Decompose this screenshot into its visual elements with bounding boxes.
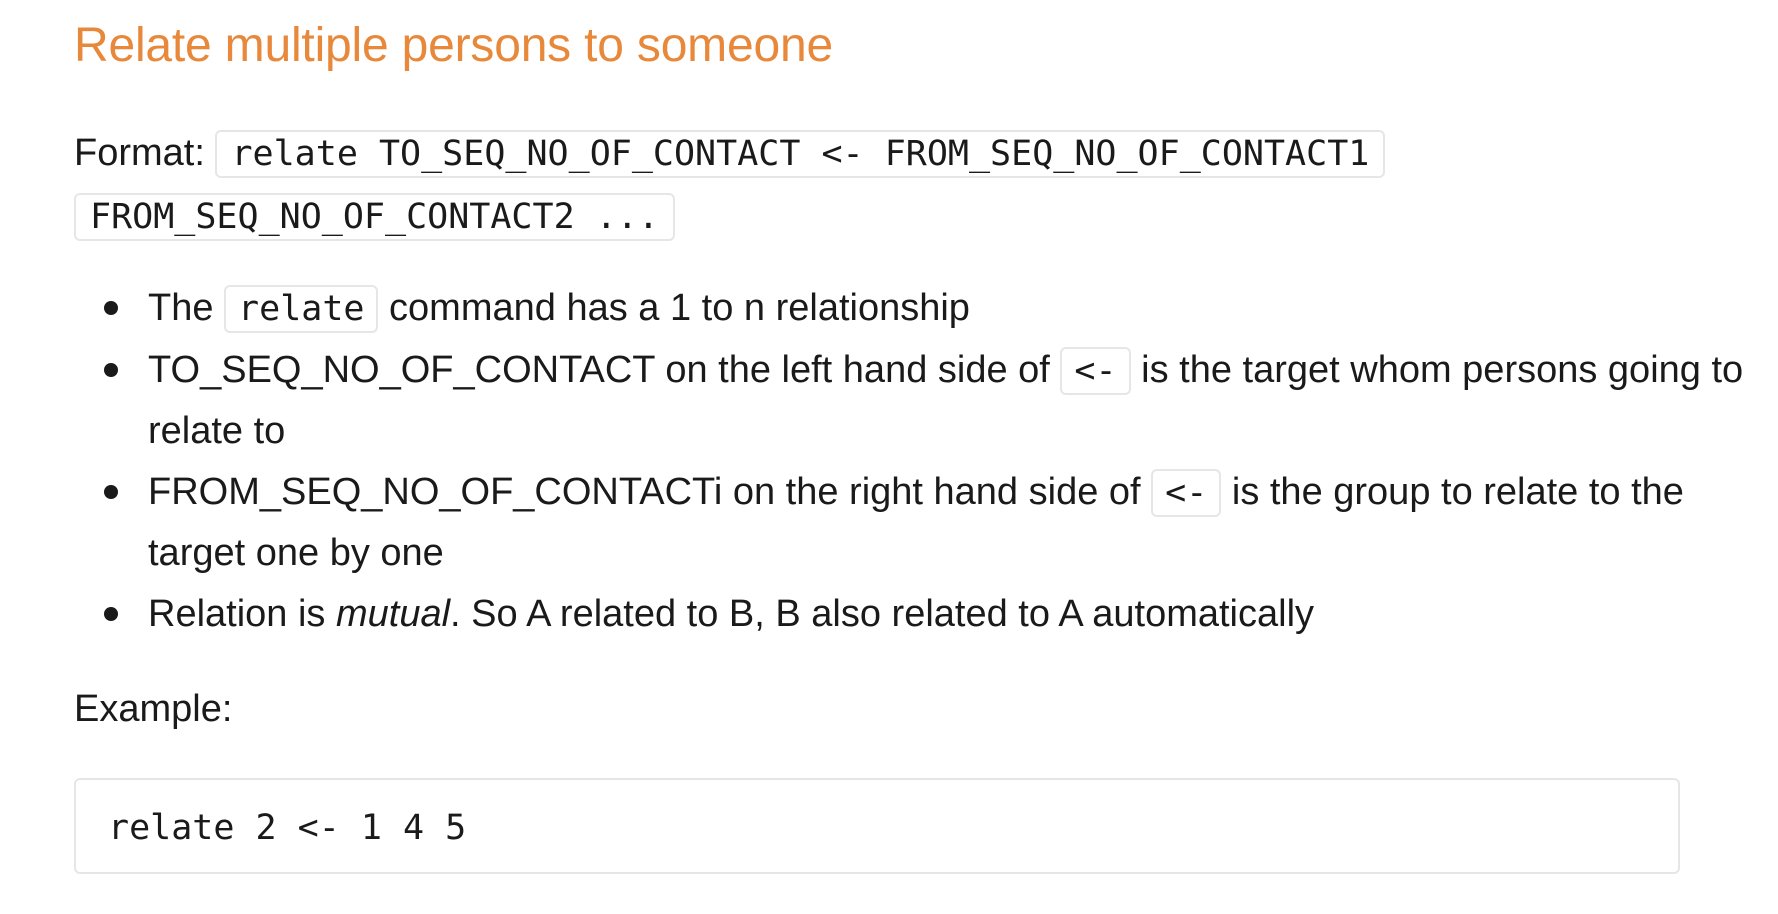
emphasis-text: mutual [335,592,451,635]
list-item: FROM_SEQ_NO_OF_CONTACTi on the right han… [104,462,1778,584]
example-code-block: relate 2 <- 1 4 5 [74,778,1680,874]
inline-code: relate [224,285,379,333]
list-item-text: TO_SEQ_NO_OF_CONTACT on the left hand si… [148,348,1050,391]
format-label: Format: [74,132,205,174]
list-item: TO_SEQ_NO_OF_CONTACT on the left hand si… [104,340,1778,462]
format-code: relate TO_SEQ_NO_OF_CONTACT <- FROM_SEQ_… [74,130,1386,241]
list-item-text: FROM_SEQ_NO_OF_CONTACTi on the right han… [148,470,1141,513]
section-heading: Relate multiple persons to someone [74,19,833,72]
list-item: The relate command has a 1 to n relation… [104,278,1778,340]
list-item-text: The [148,287,214,329]
list-item: Relation is mutual. So A related to B, B… [104,584,1778,645]
list-item-text: . So A related to B, B also related to A… [450,592,1315,635]
inline-code: <- [1151,468,1222,517]
example-code: relate 2 <- 1 4 5 [108,808,467,848]
list-item-text: Relation is [148,592,326,635]
list-item-text: command has a 1 to n relationship [389,287,970,329]
rules-list: The relate command has a 1 to n relation… [74,278,1778,644]
inline-code: <- [1060,346,1131,395]
format-paragraph: Format: relate TO_SEQ_NO_OF_CONTACT <- F… [74,122,1778,248]
example-label: Example: [74,688,233,730]
